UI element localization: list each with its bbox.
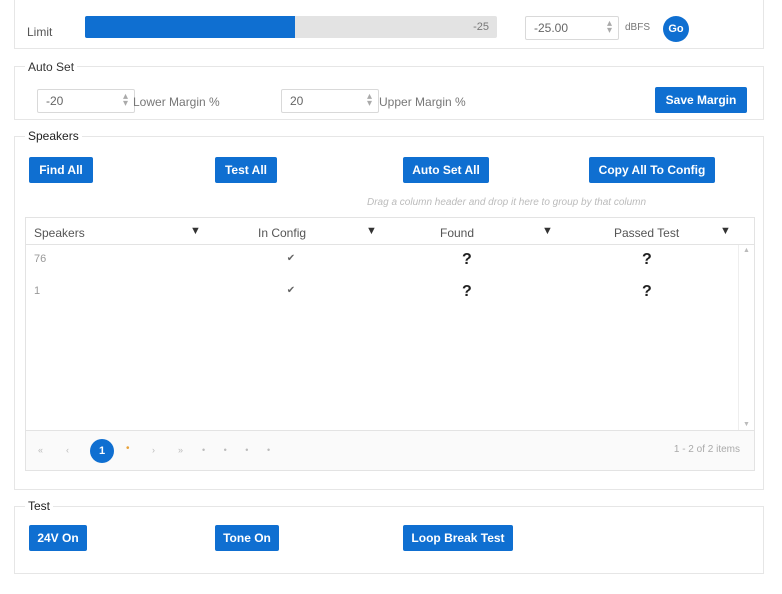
speakers-grid: Speakers ▼ In Config ▼ Found ▼ Passed Te… [25, 217, 755, 471]
lower-margin-value: -20 [46, 94, 64, 108]
checkbox-icon[interactable]: ✔ [286, 254, 296, 264]
filter-icon[interactable]: ▼ [190, 225, 201, 237]
pager-decor: • • • • [202, 445, 279, 455]
limit-bar-fill [85, 16, 296, 38]
question-icon: ? [642, 283, 652, 300]
spinner-arrows-icon[interactable]: ▴ ▾ [123, 92, 128, 109]
test-legend: Test [25, 499, 54, 513]
question-icon: ? [462, 251, 472, 268]
column-header-passed-test[interactable]: Passed Test [614, 226, 679, 240]
limit-bar-value: -25 [473, 21, 489, 33]
column-header-speakers[interactable]: Speakers [34, 226, 85, 240]
limit-panel: Limit -25 -25.00 ▴ ▾ dBFS Go [14, 0, 764, 49]
lower-margin-label: Lower Margin % [133, 95, 220, 109]
test-all-button[interactable]: Test All [215, 157, 277, 183]
limit-bar: -25 [85, 16, 497, 38]
limit-label: Limit [27, 25, 53, 39]
upper-margin-label: Upper Margin % [379, 95, 466, 109]
limit-unit: dBFS [625, 22, 651, 33]
auto-set-all-button[interactable]: Auto Set All [403, 157, 489, 183]
speaker-cell: 1 [34, 285, 41, 297]
page-1-button[interactable]: 1 [90, 439, 114, 463]
grid-header: Speakers ▼ In Config ▼ Found ▼ Passed Te… [26, 218, 754, 245]
prev-page-icon[interactable]: ‹ [66, 445, 69, 455]
first-page-icon[interactable]: « [38, 445, 43, 455]
pager-info: 1 - 2 of 2 items [673, 444, 740, 455]
column-header-found[interactable]: Found [440, 226, 474, 240]
filter-icon[interactable]: ▼ [366, 225, 377, 237]
drag-group-hint: Drag a column header and drop it here to… [367, 197, 647, 208]
speakers-legend: Speakers [25, 129, 82, 143]
spinner-arrows-icon[interactable]: ▴ ▾ [367, 92, 372, 109]
speakers-panel: Find All Test All Auto Set All Copy All … [14, 136, 764, 490]
scroll-down-icon[interactable]: ▼ [743, 421, 750, 428]
spinner-arrows-icon[interactable]: ▴ ▾ [607, 19, 612, 36]
test-panel: 24V On Tone On Loop Break Test [14, 506, 764, 574]
question-icon: ? [462, 283, 472, 300]
filter-icon[interactable]: ▼ [720, 225, 731, 237]
filter-icon[interactable]: ▼ [542, 225, 553, 237]
limit-input[interactable]: -25.00 ▴ ▾ [525, 16, 619, 40]
pager-dot: • [126, 443, 130, 454]
table-row[interactable]: 76 ✔ ? ? [26, 245, 738, 277]
column-header-in-config[interactable]: In Config [258, 226, 306, 240]
grid-scrollbar[interactable]: ▲ ▼ [738, 245, 754, 430]
auto-set-legend: Auto Set [25, 60, 78, 74]
copy-all-to-config-button[interactable]: Copy All To Config [589, 157, 715, 183]
next-page-icon[interactable]: › [152, 445, 155, 455]
tone-on-button[interactable]: Tone On [215, 525, 279, 551]
grid-pager: « ‹ 1 • › » • • • • 1 - 2 of 2 items [26, 430, 754, 470]
loop-break-test-button[interactable]: Loop Break Test [403, 525, 513, 551]
last-page-icon[interactable]: » [178, 445, 183, 455]
24v-on-button[interactable]: 24V On [29, 525, 87, 551]
go-button[interactable]: Go [663, 16, 689, 42]
table-row[interactable]: 1 ✔ ? ? [26, 277, 738, 309]
upper-margin-value: 20 [290, 94, 304, 108]
limit-input-value: -25.00 [534, 21, 569, 35]
save-margin-button[interactable]: Save Margin [655, 87, 747, 113]
upper-margin-input[interactable]: 20 ▴ ▾ [281, 89, 379, 113]
scroll-up-icon[interactable]: ▲ [743, 247, 750, 254]
checkbox-icon[interactable]: ✔ [286, 286, 296, 296]
speaker-cell: 76 [34, 253, 47, 265]
auto-set-panel: -20 ▴ ▾ Lower Margin % 20 ▴ ▾ Upper Margin… [14, 66, 764, 120]
lower-margin-input[interactable]: -20 ▴ ▾ [37, 89, 135, 113]
find-all-button[interactable]: Find All [29, 157, 93, 183]
question-icon: ? [642, 251, 652, 268]
